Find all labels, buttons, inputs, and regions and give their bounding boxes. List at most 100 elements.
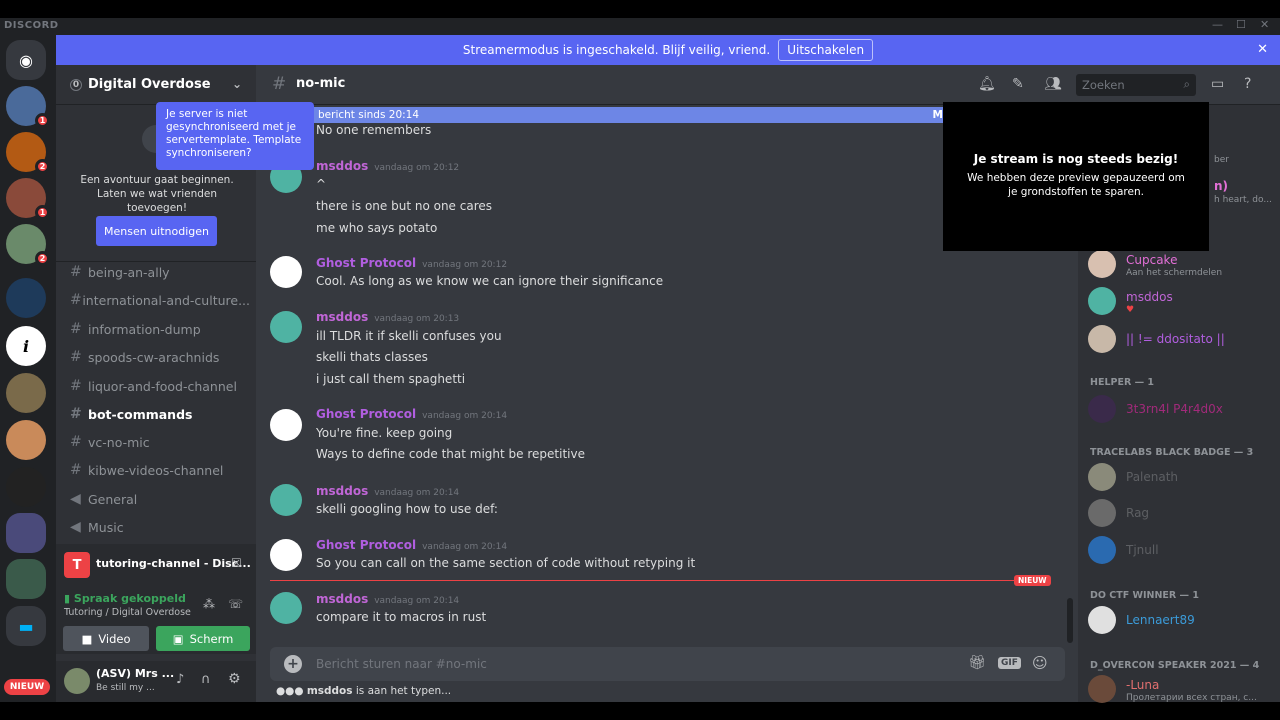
timestamp: vandaag om 20:12 <box>422 260 508 270</box>
maximize-icon[interactable]: ☐ <box>1236 18 1246 31</box>
avatar[interactable] <box>270 539 302 571</box>
template-sync-tooltip[interactable]: Je server is niet gesynchroniseerd met j… <box>156 102 314 170</box>
discord-home-icon[interactable]: ◉ <box>6 40 46 80</box>
new-messages-divider <box>270 580 1050 581</box>
server-icon[interactable]: i <box>6 326 46 366</box>
settings-gear-icon[interactable]: ⚙ <box>228 671 241 687</box>
disconnect-icon[interactable]: ☏ <box>228 597 243 611</box>
server-icon[interactable] <box>6 467 46 507</box>
channel-item[interactable]: # information-dump <box>70 318 250 340</box>
channel-header: # no-mic 🔔︎ ✎ 👥︎ Zoeken ⌕ ▭ ? <box>256 65 1280 105</box>
noise-suppression-icon[interactable]: ⁂ <box>203 597 215 611</box>
bell-icon[interactable]: 🔔︎ <box>978 76 996 92</box>
avatar[interactable] <box>64 668 90 694</box>
message-author[interactable]: msddos vandaag om 20:14 <box>316 592 459 606</box>
screen-share-button[interactable]: ▣ Scherm <box>156 626 250 651</box>
new-messages-bar[interactable]: bericht sinds 20:14 Ma <box>314 107 954 123</box>
close-stream-icon[interactable]: ☒ <box>231 556 242 570</box>
member-item[interactable]: msddos ♥ <box>1088 287 1278 317</box>
message-author[interactable]: Ghost Protocol vandaag om 20:14 <box>316 407 507 421</box>
microphone-icon[interactable]: ♪ <box>176 672 184 687</box>
channel-item[interactable]: # international-and-culture... <box>70 289 250 311</box>
disable-streamer-mode-button[interactable]: Uitschakelen <box>778 39 874 61</box>
member-item[interactable]: Lennaert89 <box>1088 606 1278 636</box>
member-name: || != ddositato || <box>1126 332 1225 346</box>
headphones-icon[interactable]: ∩ <box>201 672 211 687</box>
channel-item[interactable]: # being-an-ally <box>70 261 250 283</box>
typing-suffix: is aan het typen... <box>355 685 452 697</box>
avatar[interactable] <box>270 592 302 624</box>
stream-preview-overlay[interactable]: Je stream is nog steeds bezig! We hebben… <box>943 102 1209 251</box>
voice-channel-item[interactable]: ◀ Music <box>70 516 250 538</box>
message-text: skelli googling how to use def: <box>316 502 498 516</box>
server-folder-icon[interactable] <box>6 559 46 599</box>
member-item[interactable]: -Luna Пролетарии всех стран, с... <box>1088 675 1278 705</box>
server-icon[interactable] <box>6 278 46 318</box>
member-peek: ber <box>1214 155 1229 165</box>
members-icon[interactable]: 👥︎ <box>1044 76 1062 92</box>
chevron-down-icon[interactable]: ⌄ <box>232 77 242 91</box>
avatar[interactable] <box>270 256 302 288</box>
hash-icon: # <box>70 292 82 308</box>
search-input[interactable]: Zoeken ⌕ <box>1076 74 1196 96</box>
folder-icon[interactable]: ▬ <box>6 606 46 646</box>
message-text: compare it to macros in rust <box>316 610 487 624</box>
close-window-icon[interactable]: ✕ <box>1260 18 1269 31</box>
server-icon[interactable]: 2 <box>6 132 50 174</box>
channel-item[interactable]: # vc-no-mic <box>70 431 250 453</box>
avatar[interactable] <box>270 409 302 441</box>
channel-item-active[interactable]: # bot-commands <box>70 403 250 425</box>
server-header[interactable]: 0 Digital Overdose ⌄ <box>56 65 256 105</box>
member-item[interactable]: Palenath <box>1088 463 1278 493</box>
message-author[interactable]: msddos vandaag om 20:14 <box>316 484 459 498</box>
scrollbar[interactable] <box>1067 598 1073 643</box>
new-unreads-pill[interactable]: NIEUW <box>4 679 50 695</box>
channel-item[interactable]: # kibwe-videos-channel <box>70 459 250 481</box>
server-icon[interactable]: 1 <box>6 86 50 128</box>
channel-item[interactable]: # liquor-and-food-channel <box>70 375 250 397</box>
member-item[interactable]: 3t3rn4l P4r4d0x <box>1088 395 1278 425</box>
avatar[interactable] <box>270 484 302 516</box>
close-icon[interactable]: ✕ <box>1257 42 1268 57</box>
emoji-icon[interactable]: ☺ <box>1032 654 1048 672</box>
member-item[interactable]: Rag <box>1088 499 1278 529</box>
member-name: Lennaert89 <box>1126 613 1195 627</box>
author-name: msddos <box>316 484 369 498</box>
member-item[interactable]: Tjnull <box>1088 536 1278 566</box>
server-icon[interactable]: 1 <box>6 178 50 220</box>
video-button[interactable]: ■ Video <box>63 626 149 651</box>
help-icon[interactable]: ? <box>1244 76 1251 92</box>
add-attachment-icon[interactable]: + <box>284 655 302 673</box>
message-author[interactable]: Ghost Protocol vandaag om 20:14 <box>316 538 507 552</box>
video-label: Video <box>98 631 131 646</box>
server-icon[interactable]: 2 <box>6 224 50 266</box>
avatar <box>1088 250 1116 278</box>
message-author[interactable]: msddos vandaag om 20:12 <box>316 159 459 173</box>
message-composer[interactable]: + Bericht sturen naar #no-mic 🎁︎ GIF ☺ <box>270 647 1065 681</box>
message-text: You're fine. keep going <box>316 426 453 440</box>
gif-icon[interactable]: GIF <box>998 657 1021 669</box>
camera-icon: ■ <box>81 631 93 646</box>
message-author[interactable]: msddos vandaag om 20:13 <box>316 310 459 324</box>
gift-icon[interactable]: 🎁︎ <box>968 655 986 671</box>
pin-icon[interactable]: ✎ <box>1012 76 1024 92</box>
minimize-icon[interactable]: — <box>1212 18 1223 31</box>
server-folder-icon[interactable] <box>6 513 46 553</box>
inbox-icon[interactable]: ▭ <box>1211 76 1224 92</box>
member-item[interactable]: Cupcake Aan het schermdelen <box>1088 250 1278 280</box>
message-text: ill TLDR it if skelli confuses you <box>316 329 502 343</box>
timestamp: vandaag om 20:13 <box>374 314 460 324</box>
voice-location[interactable]: Tutoring / Digital Overdose <box>64 607 191 618</box>
search-icon: ⌕ <box>1183 77 1190 91</box>
member-name: 3t3rn4l P4r4d0x <box>1126 402 1223 416</box>
server-icon[interactable] <box>6 420 46 460</box>
message-author[interactable]: Ghost Protocol vandaag om 20:12 <box>316 256 507 270</box>
author-name: msddos <box>316 310 369 324</box>
member-item[interactable]: || != ddositato || <box>1088 325 1278 355</box>
channel-item[interactable]: # spoods-cw-arachnids <box>70 346 250 368</box>
server-icon[interactable] <box>6 373 46 413</box>
invite-people-button[interactable]: Mensen uitnodigen <box>96 216 217 246</box>
voice-channel-item[interactable]: ◀ General <box>70 488 250 510</box>
member-name: Rag <box>1126 506 1150 520</box>
avatar[interactable] <box>270 311 302 343</box>
